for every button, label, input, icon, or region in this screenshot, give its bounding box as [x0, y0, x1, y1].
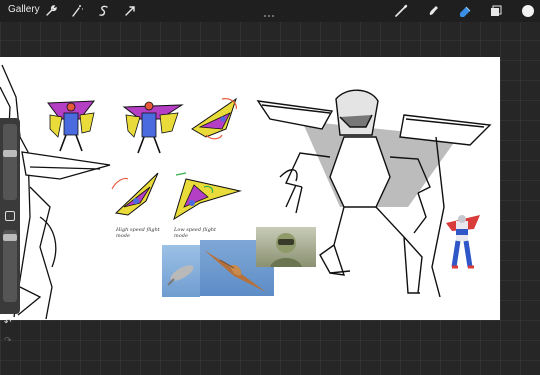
undo-icon[interactable]: ↶ [4, 318, 12, 327]
brush-icon[interactable] [392, 2, 410, 20]
caption-high-speed: High speed flight mode [116, 227, 160, 239]
jet-sketch-high-speed [111, 172, 159, 216]
gallery-button[interactable]: Gallery [8, 4, 40, 15]
drawing-canvas[interactable]: High speed flight mode Low speed flight … [0, 57, 500, 320]
robot-figure [442, 209, 482, 271]
redo-icon[interactable]: ↷ [4, 336, 12, 345]
opacity-thumb[interactable] [3, 234, 17, 241]
drag-handle[interactable] [264, 4, 276, 17]
modify-button[interactable] [5, 211, 15, 221]
caption-low-speed: Low speed flight mode [174, 227, 217, 239]
pilot-photo [256, 227, 316, 267]
brush-sidebar: ↶ ↷ [0, 118, 20, 345]
wrench-icon[interactable] [42, 2, 60, 20]
eraser-icon[interactable] [456, 2, 474, 20]
color-icon[interactable] [519, 2, 537, 20]
brush-size-slider[interactable] [3, 124, 17, 200]
magic-wand-icon[interactable] [68, 2, 86, 20]
jet-sketch-low-speed [173, 172, 242, 221]
layers-icon[interactable] [487, 2, 505, 20]
brush-size-thumb[interactable] [3, 150, 17, 157]
jet-sketch-3 [191, 97, 237, 140]
transform-icon[interactable] [121, 2, 139, 20]
top-toolbar: Gallery [0, 0, 540, 22]
airplane-photo [162, 245, 200, 297]
selection-icon[interactable] [95, 2, 113, 20]
robot-sketch-1 [47, 100, 96, 152]
robot-sketch-2 [122, 101, 184, 154]
smudge-icon[interactable] [424, 2, 442, 20]
opacity-slider[interactable] [3, 230, 17, 302]
